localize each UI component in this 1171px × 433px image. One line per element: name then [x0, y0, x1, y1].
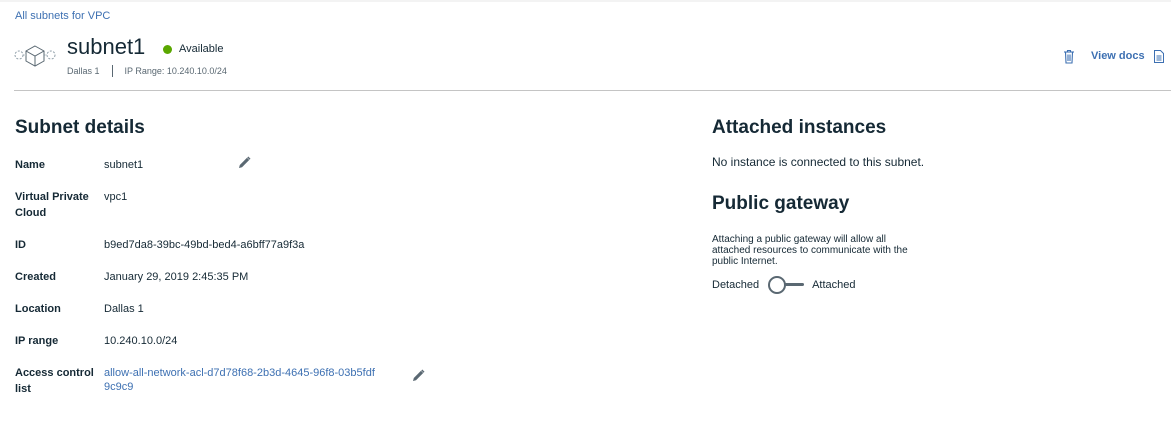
id-value: b9ed7da8-39bc-49bd-bed4-a6bff77a9f3a — [104, 239, 305, 251]
breadcrumb-all-subnets-link[interactable]: All subnets for VPC — [15, 10, 110, 22]
subnet-details-title: Subnet details — [15, 117, 145, 138]
name-label: Name — [15, 159, 45, 171]
vpc-label-line2: Cloud — [15, 207, 47, 219]
header-ip-range: IP Range: 10.240.10.0/24 — [124, 66, 227, 76]
toggle-detached-label: Detached — [712, 279, 760, 291]
created-value: January 29, 2019 2:45:35 PM — [104, 271, 249, 283]
acl-label-line2: list — [15, 383, 31, 395]
gateway-toggle-row: Detached Attached — [712, 275, 856, 295]
vpc-label-line1: Virtual Private — [15, 191, 89, 203]
header-location: Dallas 1 — [67, 66, 100, 76]
gateway-toggle[interactable] — [768, 275, 806, 295]
acl-link-line2[interactable]: 9c9c9 — [104, 380, 375, 394]
acl-link[interactable]: allow-all-network-acl-d7d78f68-2b3d-4645… — [104, 366, 375, 394]
view-docs-link[interactable]: View docs — [1091, 50, 1145, 62]
gateway-description: Attaching a public gateway will allow al… — [712, 234, 952, 267]
public-gateway-title: Public gateway — [712, 193, 850, 214]
acl-label: Access control list — [15, 365, 94, 397]
page-title: subnet1 — [67, 34, 146, 59]
location-label: Location — [15, 303, 61, 315]
attached-instances-title: Attached instances — [712, 117, 887, 138]
vpc-label: Virtual Private Cloud — [15, 189, 89, 221]
status-text: Available — [179, 43, 224, 55]
toggle-attached-label: Attached — [812, 279, 856, 291]
gateway-description-line3: public Internet. — [712, 256, 778, 267]
location-value: Dallas 1 — [104, 303, 144, 315]
top-border — [0, 0, 1171, 2]
header-meta: Dallas 1 IP Range: 10.240.10.0/24 — [67, 65, 227, 77]
document-icon[interactable] — [1154, 50, 1164, 63]
trash-icon[interactable] — [1063, 49, 1075, 64]
acl-link-line1[interactable]: allow-all-network-acl-d7d78f68-2b3d-4645… — [104, 366, 375, 380]
header-divider — [14, 90, 1171, 91]
meta-divider — [111, 65, 113, 77]
vpc-value: vpc1 — [104, 191, 128, 203]
toggle-knob[interactable] — [768, 276, 787, 294]
status-badge: Available — [163, 43, 223, 55]
edit-acl-icon[interactable] — [412, 369, 425, 382]
created-label: Created — [15, 271, 56, 283]
gateway-description-line1: Attaching a public gateway will allow al… — [712, 234, 886, 245]
ip-range-label: IP range — [15, 335, 59, 347]
ip-range-value: 10.240.10.0/24 — [104, 335, 178, 347]
gateway-description-line2: attached resources to communicate with t… — [712, 245, 908, 256]
id-label: ID — [15, 239, 26, 251]
name-value: subnet1 — [104, 159, 144, 171]
acl-label-line1: Access control — [15, 367, 94, 379]
edit-name-icon[interactable] — [238, 156, 251, 169]
attached-empty-text: No instance is connected to this subnet. — [712, 155, 925, 169]
subnet-icon — [14, 45, 56, 67]
status-dot-icon — [163, 44, 172, 54]
